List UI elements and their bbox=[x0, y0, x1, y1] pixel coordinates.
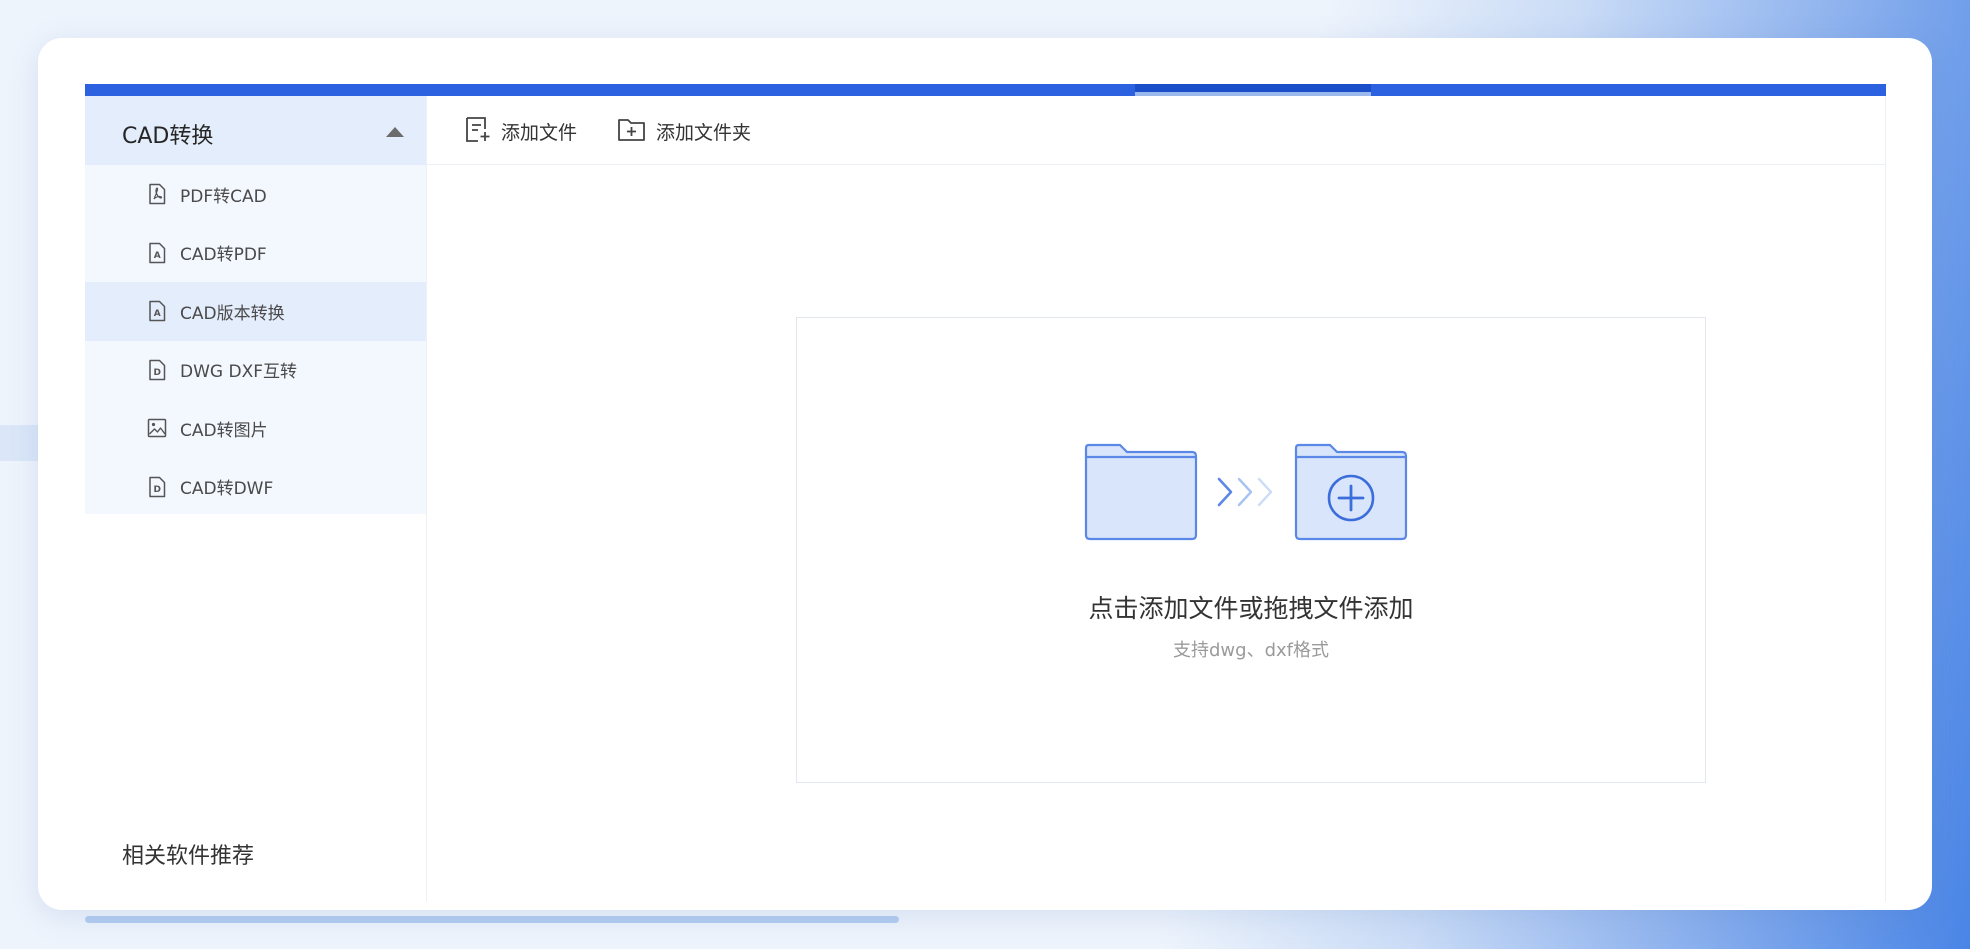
sidebar-item-cad-to-dwf[interactable]: D CAD转DWF bbox=[85, 458, 426, 517]
related-software-heading: 相关软件推荐 bbox=[122, 844, 255, 869]
add-folder-button[interactable]: 添加文件夹 bbox=[617, 116, 751, 147]
add-folder-icon bbox=[617, 116, 646, 147]
sidebar-item-cad-to-image[interactable]: CAD转图片 bbox=[85, 399, 426, 458]
app-window: CAD转换 PDF转CAD A CAD转PDF A CAD版本转换 D DWG … bbox=[38, 38, 1932, 910]
image-icon bbox=[147, 417, 167, 439]
main-panel: 添加文件 添加文件夹 点击添加文件或拖拽文件添加 支持dwg、dxf格式 bbox=[427, 96, 1886, 902]
add-folder-label: 添加文件夹 bbox=[656, 122, 752, 144]
sidebar-item-label: CAD转PDF bbox=[180, 245, 267, 266]
drop-zone-title: 点击添加文件或拖拽文件添加 bbox=[1088, 594, 1414, 623]
a-file-icon: A bbox=[147, 242, 167, 264]
svg-text:D: D bbox=[153, 485, 160, 495]
sidebar-group-header[interactable]: CAD转换 bbox=[85, 96, 426, 165]
add-folder-icon bbox=[1294, 443, 1408, 541]
sidebar-list: PDF转CAD A CAD转PDF A CAD版本转换 D DWG DXF互转 … bbox=[85, 165, 426, 514]
add-file-label: 添加文件 bbox=[501, 122, 578, 144]
sidebar-item-label: DWG DXF互转 bbox=[180, 362, 297, 383]
panel-divider bbox=[1885, 96, 1886, 902]
svg-text:A: A bbox=[154, 309, 161, 319]
folder-transfer-illustration bbox=[1084, 443, 1408, 541]
top-progress-bar bbox=[85, 84, 1886, 96]
sidebar-item-dwg-dxf-convert[interactable]: D DWG DXF互转 bbox=[85, 341, 426, 400]
folder-icon bbox=[1084, 443, 1198, 541]
d-file-icon: D bbox=[147, 359, 167, 381]
sidebar: CAD转换 PDF转CAD A CAD转PDF A CAD版本转换 D DWG … bbox=[85, 96, 427, 902]
drop-zone-subtitle: 支持dwg、dxf格式 bbox=[1173, 640, 1329, 661]
top-bar-highlight bbox=[1135, 84, 1371, 96]
pdf-file-icon bbox=[147, 183, 167, 205]
sidebar-item-cad-to-pdf[interactable]: A CAD转PDF bbox=[85, 224, 426, 283]
sidebar-group-title: CAD转换 bbox=[122, 124, 214, 149]
sidebar-item-cad-version-convert[interactable]: A CAD版本转换 bbox=[85, 282, 426, 341]
add-file-icon bbox=[464, 116, 491, 147]
caret-up-icon[interactable] bbox=[386, 127, 404, 137]
horizontal-scrollbar[interactable] bbox=[85, 916, 899, 923]
sidebar-item-label: CAD转DWF bbox=[180, 479, 274, 500]
sidebar-item-label: CAD转图片 bbox=[180, 420, 268, 441]
file-drop-zone[interactable]: 点击添加文件或拖拽文件添加 支持dwg、dxf格式 bbox=[796, 317, 1706, 783]
d-file-icon: D bbox=[147, 476, 167, 498]
sidebar-item-label: PDF转CAD bbox=[180, 186, 267, 207]
toolbar: 添加文件 添加文件夹 bbox=[427, 96, 1886, 165]
add-file-button[interactable]: 添加文件 bbox=[464, 116, 577, 147]
chevron-right-icon bbox=[1217, 477, 1273, 507]
sidebar-item-pdf-to-cad[interactable]: PDF转CAD bbox=[85, 165, 426, 224]
sidebar-item-label: CAD版本转换 bbox=[180, 303, 285, 324]
app-content: CAD转换 PDF转CAD A CAD转PDF A CAD版本转换 D DWG … bbox=[85, 84, 1886, 902]
svg-text:D: D bbox=[153, 368, 160, 378]
a-file-icon: A bbox=[147, 300, 167, 322]
svg-text:A: A bbox=[154, 251, 161, 261]
